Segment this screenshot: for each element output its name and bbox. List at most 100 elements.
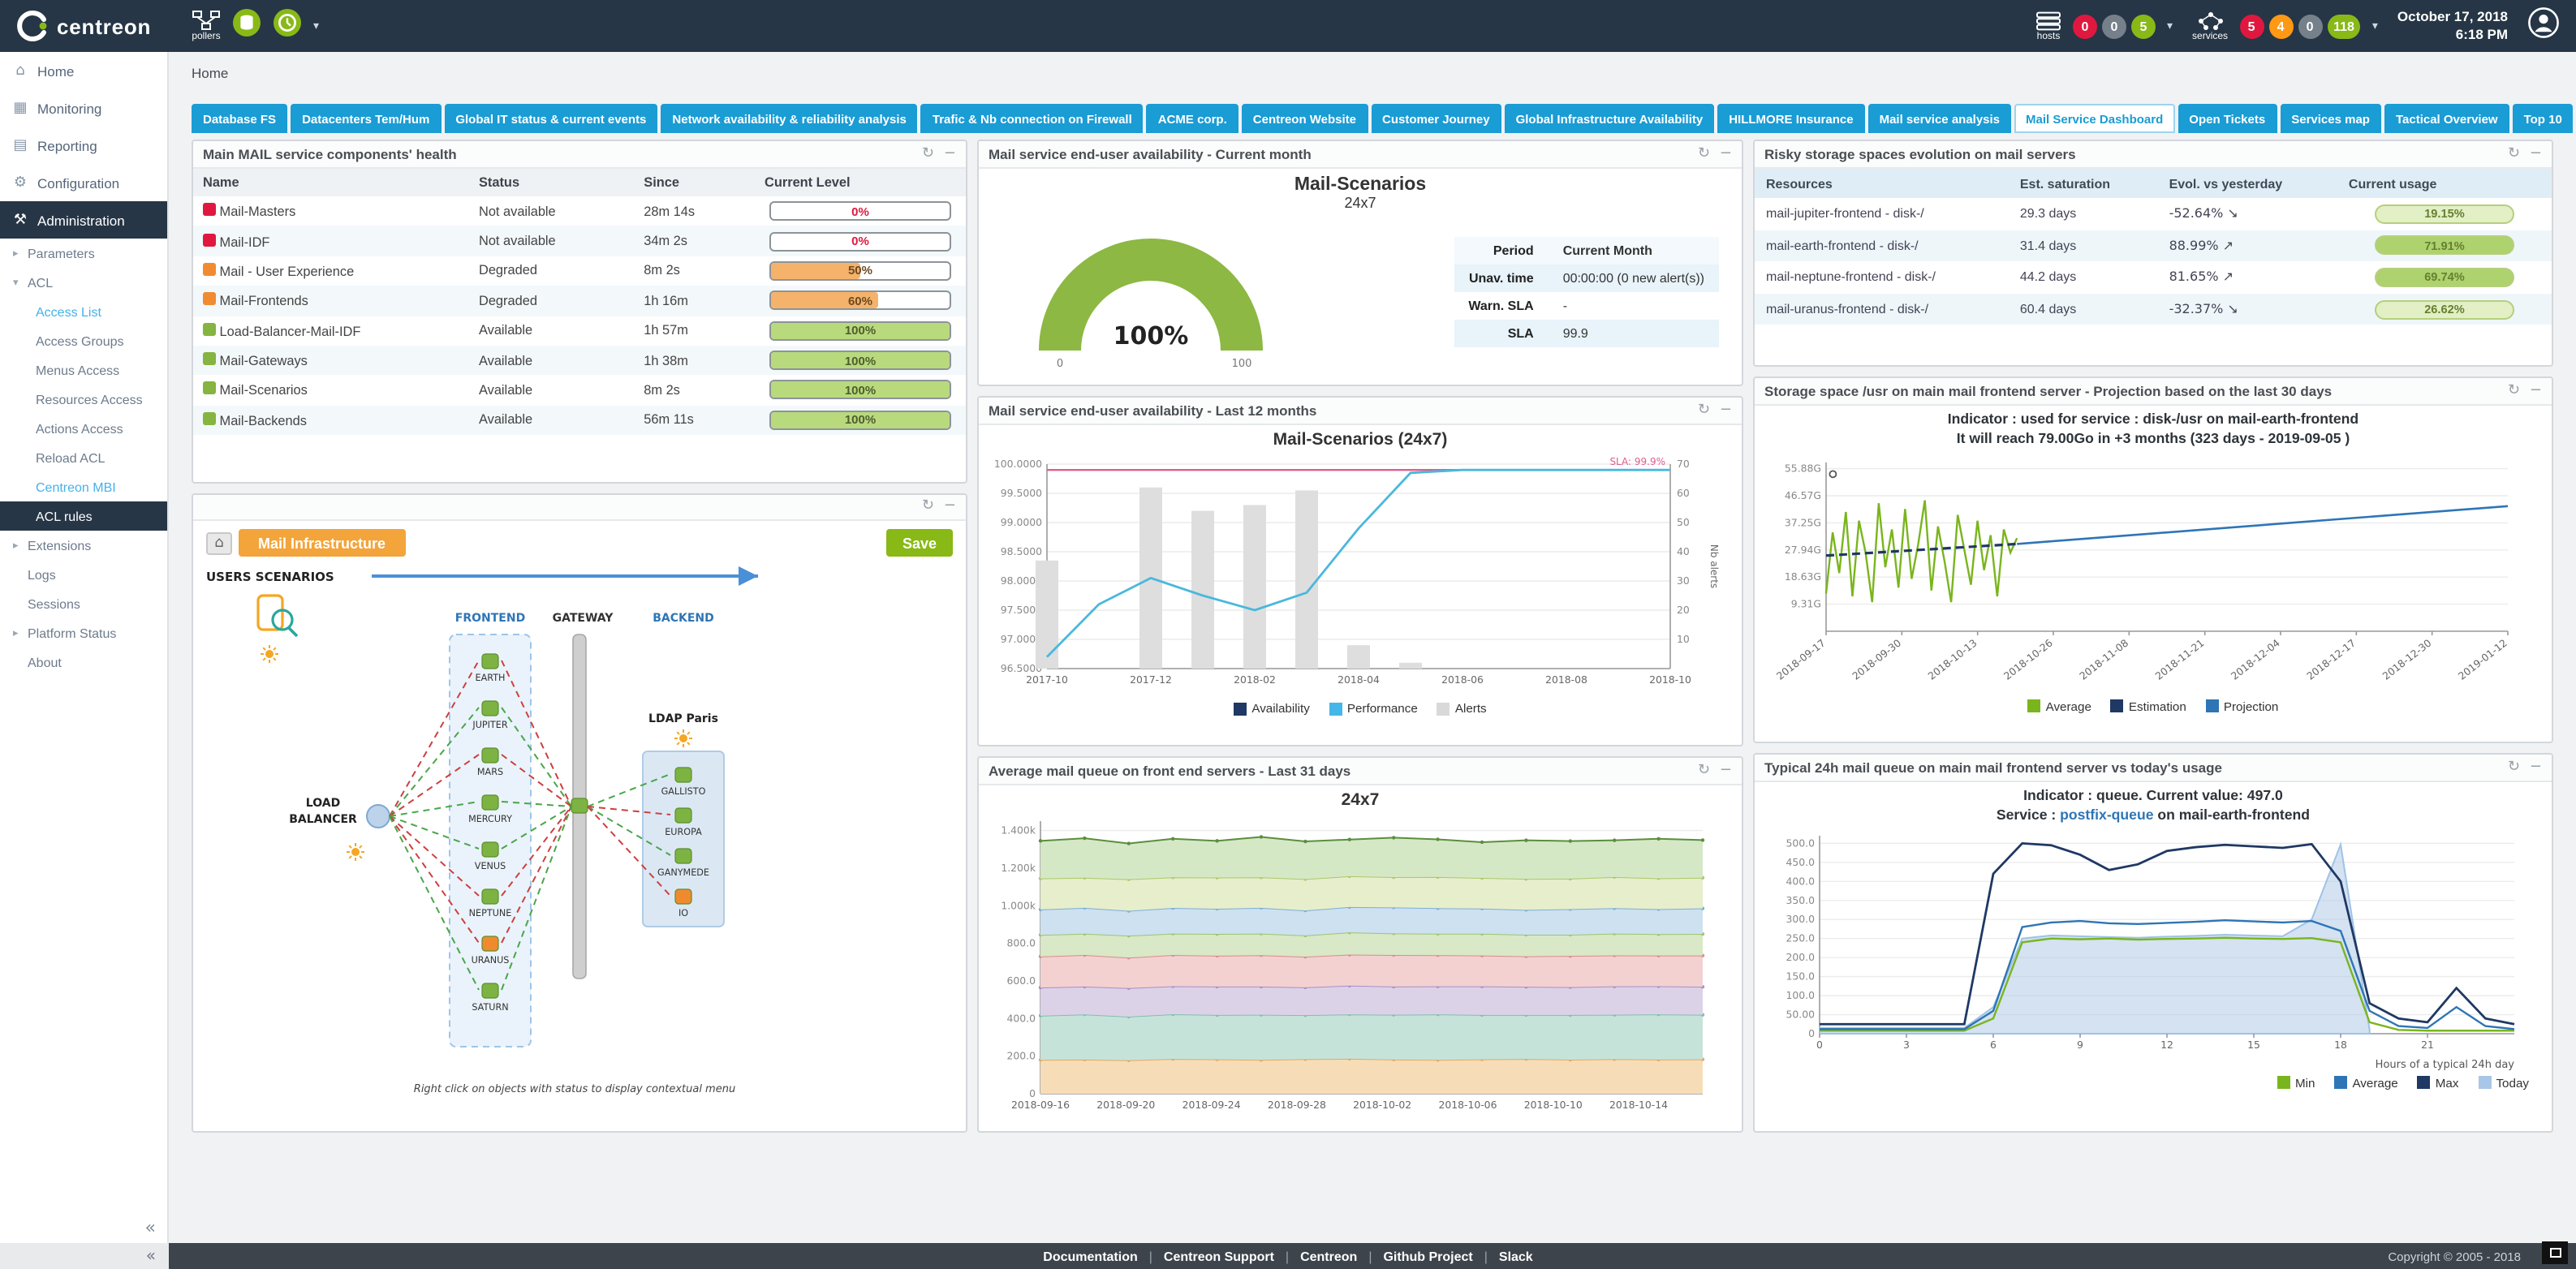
- database-status-icon[interactable]: [232, 7, 261, 45]
- refresh-icon[interactable]: ↻: [2508, 147, 2520, 161]
- sidebar-subitem-reload-acl[interactable]: Reload ACL: [0, 443, 167, 472]
- sidebar-item-home[interactable]: ⌂Home: [0, 52, 167, 89]
- sidebar-subitem-actions-access[interactable]: Actions Access: [0, 414, 167, 443]
- sidebar-subitem-centreon-mbi[interactable]: Centreon MBI: [0, 472, 167, 501]
- refresh-icon[interactable]: ↻: [2508, 760, 2520, 775]
- refresh-icon[interactable]: ↻: [1698, 403, 1710, 418]
- sidebar-item-reporting[interactable]: ▤Reporting: [0, 127, 167, 164]
- minimize-icon[interactable]: −: [1720, 764, 1732, 778]
- minimize-icon[interactable]: −: [944, 500, 956, 514]
- minimize-icon[interactable]: −: [2530, 760, 2542, 775]
- tab-customer-journey[interactable]: Customer Journey: [1371, 104, 1501, 133]
- sidebar-subitem-menus-access[interactable]: Menus Access: [0, 355, 167, 385]
- table-row: Mail - User ExperienceDegraded8m 2s50%: [193, 256, 966, 286]
- refresh-icon[interactable]: ↻: [2508, 384, 2520, 398]
- minimize-icon[interactable]: −: [944, 147, 956, 161]
- services-status-group: services 540118 ▾: [2192, 11, 2378, 41]
- level-bar: 50%: [769, 261, 951, 281]
- sidebar-subitem-acl-rules[interactable]: ACL rules: [0, 501, 167, 531]
- sidebar-subitem-logs[interactable]: Logs: [0, 560, 167, 589]
- hosts-menu[interactable]: hosts: [2035, 11, 2061, 41]
- tab-mail-service-dashboard[interactable]: Mail Service Dashboard: [2014, 104, 2174, 133]
- services-chevron-icon[interactable]: ▾: [2372, 19, 2378, 32]
- minimize-icon[interactable]: −: [2530, 147, 2542, 161]
- sidebar-subitem-acl[interactable]: ▾ACL: [0, 268, 167, 297]
- pollers-label: pollers: [192, 32, 220, 42]
- tab-services-map[interactable]: Services map: [2280, 104, 2381, 133]
- svg-text:70: 70: [1677, 458, 1690, 470]
- typical-24h-chart[interactable]: 050.00100.0150.0200.0250.0300.0350.0400.…: [1755, 826, 2531, 1073]
- pollers-menu[interactable]: pollers: [192, 10, 221, 42]
- hosts-chevron-icon[interactable]: ▾: [2167, 19, 2173, 32]
- services-badge-0[interactable]: 5: [2239, 14, 2264, 38]
- refresh-icon[interactable]: ↻: [922, 500, 934, 514]
- save-button[interactable]: Save: [886, 529, 953, 557]
- tab-top-10[interactable]: Top 10: [2513, 104, 2574, 133]
- component-name: Mail-Masters: [216, 204, 295, 219]
- sidebar-subitem-access-groups[interactable]: Access Groups: [0, 326, 167, 355]
- user-avatar[interactable]: [2527, 6, 2560, 46]
- breadcrumb[interactable]: Home: [169, 52, 2576, 88]
- pollers-chevron-icon[interactable]: ▾: [313, 19, 319, 32]
- refresh-icon[interactable]: ↻: [1698, 147, 1710, 161]
- sidebar-subitem-platform-status[interactable]: ▸Platform Status: [0, 618, 167, 647]
- footer-link-github-project[interactable]: Github Project: [1383, 1249, 1472, 1263]
- sidebar-subitem-extensions[interactable]: ▸Extensions: [0, 531, 167, 560]
- footer-link-centreon[interactable]: Centreon: [1300, 1249, 1357, 1263]
- services-badge-3[interactable]: 118: [2327, 14, 2361, 38]
- tab-centreon-website[interactable]: Centreon Website: [1242, 104, 1368, 133]
- app: centreon pollers ▾ hosts 005 ▾ services: [0, 0, 2576, 1269]
- mail-queue-chart[interactable]: 0200.0400.0600.0800.01.000k1.200k1.400k2…: [979, 811, 1719, 1123]
- map-home-icon[interactable]: ⌂: [206, 531, 232, 554]
- centreon-logo[interactable]: centreon: [16, 10, 172, 42]
- refresh-icon[interactable]: ↻: [1698, 764, 1710, 778]
- service-link[interactable]: postfix-queue: [2060, 807, 2153, 823]
- sidebar-item-administration[interactable]: ⚒Administration: [0, 201, 167, 239]
- refresh-icon[interactable]: ↻: [922, 147, 934, 161]
- svg-text:URANUS: URANUS: [472, 955, 510, 966]
- sidebar-subitem-sessions[interactable]: Sessions: [0, 589, 167, 618]
- sidebar-item-monitoring[interactable]: ▦Monitoring: [0, 89, 167, 127]
- hosts-badge-2[interactable]: 5: [2131, 14, 2156, 38]
- footer-collapse-strip[interactable]: «: [0, 1243, 169, 1269]
- tab-tactical-overview[interactable]: Tactical Overview: [2384, 104, 2509, 133]
- footer-link-slack[interactable]: Slack: [1499, 1249, 1533, 1263]
- level-bar: 100%: [769, 351, 951, 370]
- tab-database-fs[interactable]: Database FS: [192, 104, 287, 133]
- logo-text: centreon: [57, 14, 151, 38]
- tab-open-tickets[interactable]: Open Tickets: [2178, 104, 2277, 133]
- tab-hillmore-insurance[interactable]: HILLMORE Insurance: [1717, 104, 1864, 133]
- hosts-badge-1[interactable]: 0: [2102, 14, 2126, 38]
- sidebar-item-configuration[interactable]: ⚙Configuration: [0, 164, 167, 201]
- fullscreen-toggle-button[interactable]: [2542, 1241, 2568, 1264]
- services-badge-1[interactable]: 4: [2268, 14, 2293, 38]
- sidebar-subitem-access-list[interactable]: Access List: [0, 297, 167, 326]
- sidebar-collapse-button[interactable]: «: [145, 1217, 156, 1238]
- svg-text:27.94G: 27.94G: [1785, 543, 1821, 555]
- map-name-button[interactable]: Mail Infrastructure: [239, 529, 405, 557]
- hosts-badge-0[interactable]: 0: [2073, 14, 2097, 38]
- infrastructure-diagram[interactable]: USERS SCENARIOSFRONTENDGATEWAYBACKENDLOA…: [193, 560, 956, 1105]
- tab-acme-corp[interactable]: ACME corp.: [1147, 104, 1238, 133]
- sidebar-subitem-resources-access[interactable]: Resources Access: [0, 385, 167, 414]
- tab-mail-service-analysis[interactable]: Mail service analysis: [1868, 104, 2011, 133]
- svg-text:2018-09-28: 2018-09-28: [1268, 1099, 1326, 1111]
- sidebar-subitem-about[interactable]: About: [0, 647, 167, 677]
- services-badge-2[interactable]: 0: [2298, 14, 2322, 38]
- sidebar-subitem-parameters[interactable]: ▸Parameters: [0, 239, 167, 268]
- footer-link-centreon-support[interactable]: Centreon Support: [1164, 1249, 1274, 1263]
- minimize-icon[interactable]: −: [1720, 403, 1732, 418]
- minimize-icon[interactable]: −: [1720, 147, 1732, 161]
- storage-projection-chart[interactable]: 9.31G18.63G27.94G37.25G46.57G55.88G2018-…: [1755, 450, 2531, 696]
- minimize-icon[interactable]: −: [2530, 384, 2542, 398]
- latency-status-icon[interactable]: [273, 7, 302, 45]
- svg-text:EARTH: EARTH: [476, 673, 506, 683]
- tab-global-infrastructure-availability[interactable]: Global Infrastructure Availability: [1505, 104, 1715, 133]
- tab-network-availability-reliability-analysis[interactable]: Network availability & reliability analy…: [661, 104, 917, 133]
- tab-global-it-status-current-events[interactable]: Global IT status & current events: [444, 104, 657, 133]
- availability-chart[interactable]: 96.500097.000097.500098.000098.500099.00…: [979, 451, 1719, 698]
- footer-link-documentation[interactable]: Documentation: [1043, 1249, 1137, 1263]
- services-menu[interactable]: services: [2192, 11, 2228, 41]
- tab-datacenters-tem-hum[interactable]: Datacenters Tem/Hum: [291, 104, 441, 133]
- tab-trafic-nb-connection-on-firewall[interactable]: Trafic & Nb connection on Firewall: [921, 104, 1144, 133]
